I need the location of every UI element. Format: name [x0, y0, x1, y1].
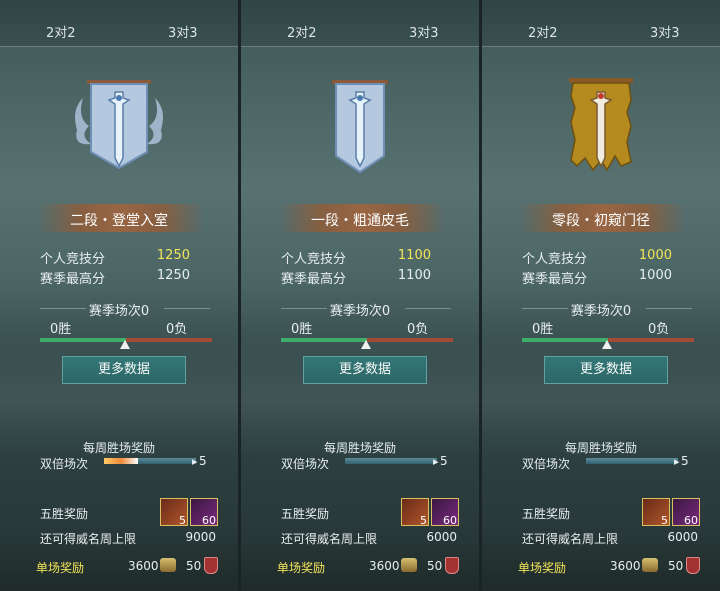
- personal-score-value: 1100: [397, 248, 431, 263]
- personal-score-label: 个人竞技分: [40, 252, 106, 267]
- coin-icon: [642, 558, 658, 572]
- season-high-label: 赛季最高分: [40, 272, 106, 287]
- weekly-cap-label: 还可得威名周上限: [522, 532, 619, 546]
- rank-banner-icon: [569, 78, 633, 172]
- single-coin-value: 3600: [369, 559, 400, 573]
- gem-count: 60: [443, 514, 457, 527]
- more-data-button[interactable]: 更多数据: [303, 356, 427, 384]
- double-games-count: 5: [199, 454, 207, 468]
- rank-title: 一段・粗通皮毛: [311, 213, 409, 229]
- double-games-track: ▸ 5: [586, 454, 689, 468]
- personal-score-value: 1000: [638, 248, 672, 263]
- rank-banner-icon: [332, 80, 388, 174]
- chest-count: 5: [179, 514, 186, 527]
- personal-score-label: 个人竞技分: [522, 252, 588, 267]
- losses-count: 0负: [166, 322, 188, 337]
- weekly-cap-value: 9000: [185, 530, 216, 544]
- single-reward-label: 单场奖励: [518, 561, 567, 575]
- arrow-right-icon: ▸: [674, 455, 680, 468]
- wins-count: 0胜: [532, 322, 554, 337]
- coin-icon: [401, 558, 417, 572]
- weekly-cap-value: 6000: [667, 530, 698, 544]
- wins-count: 0胜: [291, 322, 313, 337]
- shield-icon: [204, 557, 218, 574]
- tab-3v3[interactable]: 3对3: [409, 22, 439, 41]
- tab-2v2[interactable]: 2对2: [287, 22, 317, 41]
- single-reward-label: 单场奖励: [277, 561, 326, 575]
- gem-icon[interactable]: 60: [431, 498, 459, 527]
- gem-icon[interactable]: 60: [190, 498, 218, 527]
- rank-panel-3: 2对2 3对3 零段・初窥门径 个人竞技分 1000 赛季最高分 1000 赛季…: [482, 0, 720, 591]
- weekly-cap-label: 还可得威名周上限: [281, 532, 378, 546]
- gem-count: 60: [202, 514, 216, 527]
- tab-3v3[interactable]: 3对3: [168, 22, 198, 41]
- double-games-count: 5: [681, 454, 689, 468]
- shield-icon: [445, 557, 459, 574]
- more-data-button[interactable]: 更多数据: [62, 356, 186, 384]
- treasure-chest-icon[interactable]: 5: [401, 498, 429, 527]
- season-games: 赛季场次0: [88, 304, 150, 319]
- win-loss-marker-icon: [602, 340, 612, 349]
- season-high-value: 1000: [638, 268, 672, 283]
- single-coin-value: 3600: [128, 559, 159, 573]
- rank-panel-1: 2对2 3对3 二段・登堂入室 个人竞技分 1250 赛季最高分 1250 赛季…: [0, 0, 238, 591]
- season-games: 赛季场次0: [329, 304, 391, 319]
- win-loss-bar: [40, 338, 212, 349]
- chest-count: 5: [661, 514, 668, 527]
- losses-count: 0负: [648, 322, 670, 337]
- season-high-value: 1250: [156, 268, 190, 283]
- season-high-value: 1100: [397, 268, 431, 283]
- double-games-label: 双倍场次: [281, 457, 330, 471]
- win-loss-bar: [281, 338, 453, 349]
- personal-score-value: 1250: [156, 248, 190, 263]
- five-win-reward-label: 五胜奖励: [281, 507, 330, 521]
- personal-score-label: 个人竞技分: [281, 252, 347, 267]
- arrow-right-icon: ▸: [433, 455, 439, 468]
- treasure-chest-icon[interactable]: 5: [642, 498, 670, 527]
- wins-count: 0胜: [50, 322, 72, 337]
- losses-count: 0负: [407, 322, 429, 337]
- single-reward-label: 单场奖励: [36, 561, 85, 575]
- tab-2v2[interactable]: 2对2: [528, 22, 558, 41]
- rank-screen: 2对2 3对3 二段・登堂入室 个人竞技分 1250 赛季最高分 1250 赛季…: [0, 0, 720, 591]
- arrow-right-icon: ▸: [192, 455, 198, 468]
- mode-tabs: 2对2 3对3: [241, 0, 479, 47]
- chest-count: 5: [420, 514, 427, 527]
- weekly-cap-label: 还可得威名周上限: [40, 532, 137, 546]
- season-high-label: 赛季最高分: [522, 272, 588, 287]
- mode-tabs: 2对2 3对3: [0, 0, 238, 47]
- mode-tabs: 2对2 3对3: [482, 0, 720, 47]
- win-loss-bar: [522, 338, 694, 349]
- rank-title: 零段・初窥门径: [552, 213, 650, 229]
- single-coin-value: 3600: [610, 559, 641, 573]
- double-games-track: ▸ 5: [104, 454, 207, 468]
- rank-title: 二段・登堂入室: [70, 213, 168, 229]
- single-shield-value: 50: [186, 559, 202, 573]
- five-win-reward-label: 五胜奖励: [522, 507, 571, 521]
- rank-panel-2: 2对2 3对3 一段・粗通皮毛 个人竞技分 1100 赛季最高分 1100 赛季…: [241, 0, 479, 591]
- five-win-reward-label: 五胜奖励: [40, 507, 89, 521]
- double-games-label: 双倍场次: [40, 457, 89, 471]
- double-games-label: 双倍场次: [522, 457, 571, 471]
- tab-3v3[interactable]: 3对3: [650, 22, 680, 41]
- tab-2v2[interactable]: 2对2: [46, 22, 76, 41]
- weekly-cap-value: 6000: [426, 530, 457, 544]
- win-loss-marker-icon: [120, 340, 130, 349]
- single-shield-value: 50: [668, 559, 684, 573]
- shield-icon: [686, 557, 700, 574]
- season-high-label: 赛季最高分: [281, 272, 347, 287]
- double-games-count: 5: [440, 454, 448, 468]
- gem-count: 60: [684, 514, 698, 527]
- treasure-chest-icon[interactable]: 5: [160, 498, 188, 527]
- more-data-button[interactable]: 更多数据: [544, 356, 668, 384]
- win-loss-marker-icon: [361, 340, 371, 349]
- double-games-track: ▸ 5: [345, 454, 448, 468]
- rank-banner-icon: [75, 80, 163, 170]
- coin-icon: [160, 558, 176, 572]
- season-games: 赛季场次0: [570, 304, 632, 319]
- single-shield-value: 50: [427, 559, 443, 573]
- gem-icon[interactable]: 60: [672, 498, 700, 527]
